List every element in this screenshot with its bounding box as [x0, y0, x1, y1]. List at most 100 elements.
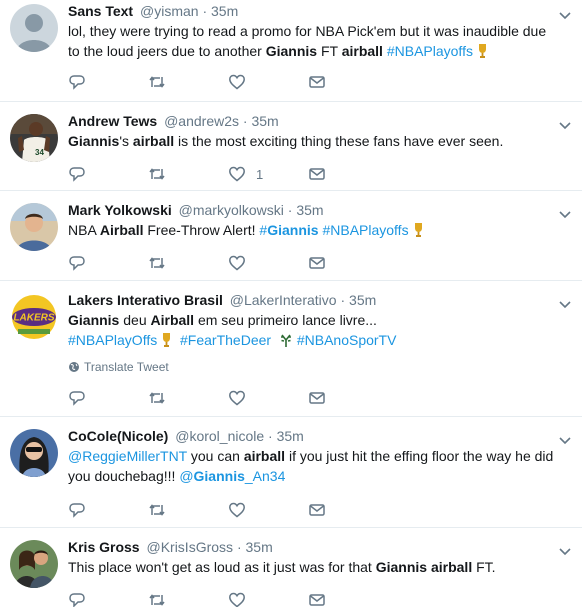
user-name[interactable]: CoCole(Nicole): [68, 428, 168, 444]
user-handle[interactable]: @andrew2s: [164, 113, 239, 129]
user-handle[interactable]: @KrisIsGross: [146, 539, 233, 555]
text-bold: Giannis: [375, 559, 428, 575]
hashtag-link[interactable]: #NBAPlayoffs: [322, 222, 408, 238]
tweet[interactable]: LAKERS Lakers Interativo Brasil @LakerIn…: [0, 281, 582, 417]
retweet-icon: [149, 504, 165, 516]
like-button[interactable]: [228, 500, 308, 520]
tweet-actions: [68, 72, 388, 92]
couple-photo-icon: [10, 540, 58, 588]
tweet-time[interactable]: 35m: [296, 202, 323, 218]
tweet-content: CoCole(Nicole) @korol_nicole · 35m @Regg…: [68, 426, 556, 486]
retweet-button[interactable]: [148, 590, 228, 607]
tweet[interactable]: Kris Gross @KrisIsGross · 35m This place…: [0, 528, 582, 607]
woman-photo-icon: [10, 429, 58, 477]
separator-dot: ·: [202, 3, 208, 19]
user-name[interactable]: Lakers Interativo Brasil: [68, 292, 223, 308]
avatar[interactable]: LAKERS: [10, 293, 58, 341]
hashtag-link[interactable]: #NBAPlayoffs: [387, 43, 473, 59]
translate-tweet-link[interactable]: Translate Tweet: [68, 359, 556, 375]
hashtag-link[interactable]: #FearTheDeer: [180, 332, 271, 348]
reply-button[interactable]: [68, 500, 148, 520]
retweet-button[interactable]: [148, 388, 228, 408]
tweet[interactable]: Mark Yolkowski @markyolkowski · 35m NBA …: [0, 191, 582, 281]
retweet-icon: [149, 594, 165, 606]
user-handle[interactable]: @markyolkowski: [179, 202, 284, 218]
tweet-time[interactable]: 35m: [349, 292, 376, 308]
retweet-button[interactable]: [148, 500, 228, 520]
dm-button[interactable]: [308, 253, 388, 273]
separator-dot: ·: [340, 292, 346, 308]
reply-button[interactable]: [68, 72, 148, 92]
retweet-button[interactable]: [148, 72, 228, 92]
tweet-time[interactable]: 35m: [277, 428, 304, 444]
user-name[interactable]: Mark Yolkowski: [68, 202, 172, 218]
tweet-text: This place won't get as loud as it just …: [68, 557, 556, 577]
avatar[interactable]: [10, 429, 58, 477]
heart-icon: [229, 166, 245, 182]
text-segment: deu: [119, 312, 151, 328]
user-handle[interactable]: @yisman: [140, 3, 199, 19]
tweet-time[interactable]: 35m: [251, 113, 278, 129]
like-button[interactable]: [228, 388, 308, 408]
reply-button[interactable]: [68, 164, 148, 184]
text-bold: airball: [243, 448, 286, 464]
text-bold: airball: [341, 43, 383, 59]
reply-icon: [69, 593, 85, 607]
tweet-text: Giannis deu Airball em seu primeiro lanc…: [68, 310, 556, 350]
dm-button[interactable]: [308, 590, 388, 607]
like-button[interactable]: [228, 253, 308, 273]
envelope-icon: [309, 594, 325, 606]
reply-button[interactable]: [68, 590, 148, 607]
hashtag-link[interactable]: #Giannis: [259, 222, 318, 238]
tweet-time[interactable]: 35m: [246, 539, 273, 555]
reply-button[interactable]: [68, 388, 148, 408]
chevron-down-icon[interactable]: [558, 207, 572, 221]
chevron-down-icon[interactable]: [558, 8, 572, 22]
dm-button[interactable]: [308, 500, 388, 520]
envelope-icon: [309, 76, 325, 88]
user-name[interactable]: Andrew Tews: [68, 113, 157, 129]
reply-button[interactable]: [68, 253, 148, 273]
retweet-icon: [149, 392, 165, 404]
tweet-time[interactable]: 35m: [211, 3, 238, 19]
reply-icon: [69, 503, 85, 518]
avatar[interactable]: 34: [10, 114, 58, 162]
user-name[interactable]: Kris Gross: [68, 539, 140, 555]
mention-link[interactable]: @Giannis_An34: [179, 468, 285, 484]
avatar[interactable]: [10, 540, 58, 588]
tweet[interactable]: Sans Text @yisman · 35m lol, they were t…: [0, 0, 582, 102]
dm-button[interactable]: [308, 388, 388, 408]
retweet-button[interactable]: [148, 253, 228, 273]
chevron-down-icon[interactable]: [558, 433, 572, 447]
tweet[interactable]: CoCole(Nicole) @korol_nicole · 35m @Regg…: [0, 417, 582, 528]
hashtag-link[interactable]: #NBAnoSporTV: [297, 332, 397, 348]
tweet-text: NBA Airball Free-Throw Alert! #Giannis #…: [68, 220, 556, 240]
user-handle[interactable]: @korol_nicole: [175, 428, 264, 444]
chevron-down-icon[interactable]: [558, 118, 572, 132]
tweet-actions: [68, 500, 388, 520]
mention-link[interactable]: @ReggieMillerTNT: [68, 448, 187, 464]
dm-button[interactable]: [308, 72, 388, 92]
like-button[interactable]: [228, 590, 308, 607]
retweet-button[interactable]: [148, 164, 228, 184]
avatar[interactable]: [10, 4, 58, 52]
svg-text:34: 34: [35, 148, 44, 157]
like-button[interactable]: 1: [228, 164, 308, 184]
tweet-actions: [68, 253, 388, 273]
avatar[interactable]: [10, 203, 58, 251]
tweet[interactable]: 34 Andrew Tews @andrew2s · 35m Giannis's…: [0, 102, 582, 191]
reply-icon: [69, 391, 85, 406]
chevron-down-icon[interactable]: [558, 544, 572, 558]
chevron-down-icon[interactable]: [558, 297, 572, 311]
deer-antlers-icon: [279, 332, 293, 348]
heart-icon: [229, 502, 245, 518]
like-count: 1: [256, 166, 264, 182]
heart-icon: [229, 390, 245, 406]
dm-button[interactable]: [308, 164, 388, 184]
like-button[interactable]: [228, 72, 308, 92]
user-name[interactable]: Sans Text: [68, 3, 133, 19]
envelope-icon: [309, 257, 325, 269]
text-segment: FT.: [472, 559, 496, 575]
user-handle[interactable]: @LakerInterativo: [230, 292, 337, 308]
hashtag-link[interactable]: #NBAPlayOffs: [68, 332, 157, 348]
